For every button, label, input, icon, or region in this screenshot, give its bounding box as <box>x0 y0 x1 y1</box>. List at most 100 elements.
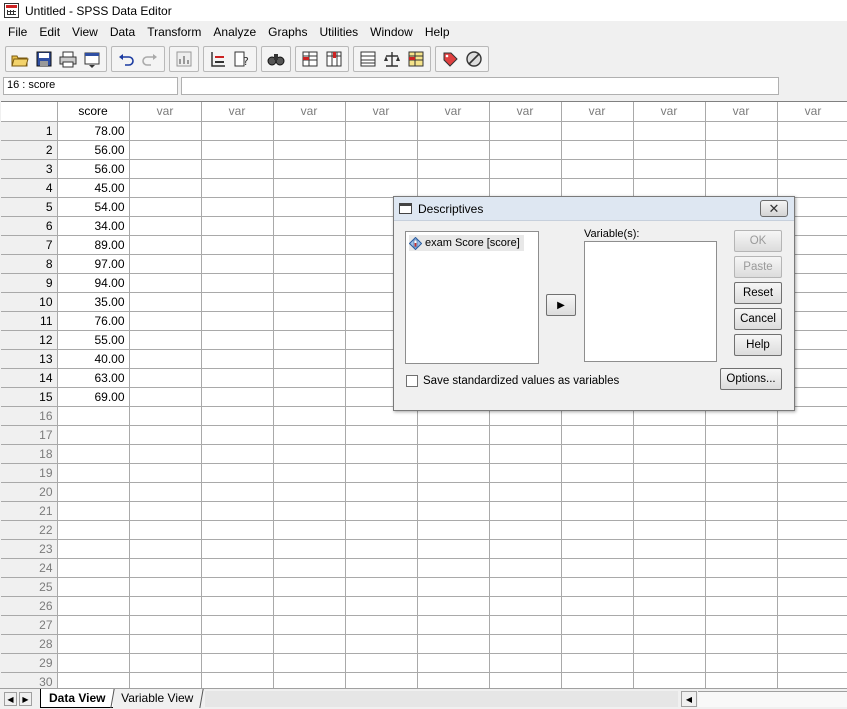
menu-utilities[interactable]: Utilities <box>313 25 364 39</box>
empty-cell[interactable] <box>705 596 778 616</box>
empty-cell[interactable] <box>201 672 274 688</box>
column-header-var[interactable]: var <box>777 102 847 122</box>
find-button[interactable] <box>265 48 287 70</box>
redo-button[interactable] <box>139 48 161 70</box>
empty-cell[interactable] <box>633 615 706 635</box>
score-cell[interactable]: 40.00 <box>57 349 130 369</box>
empty-cell[interactable] <box>201 121 274 141</box>
empty-cell[interactable] <box>561 520 634 540</box>
menu-view[interactable]: View <box>66 25 104 39</box>
empty-cell[interactable] <box>777 653 847 673</box>
row-header[interactable]: 22 <box>1 520 58 540</box>
empty-cell[interactable] <box>561 501 634 521</box>
empty-cell[interactable] <box>777 615 847 635</box>
empty-cell[interactable] <box>129 463 202 483</box>
row-header[interactable]: 4 <box>1 178 58 198</box>
empty-cell[interactable] <box>345 634 418 654</box>
empty-cell[interactable] <box>417 558 490 578</box>
empty-cell[interactable] <box>633 634 706 654</box>
hscroll-left-icon[interactable]: ◀ <box>681 691 697 707</box>
empty-cell[interactable] <box>777 672 847 688</box>
empty-cell[interactable] <box>633 520 706 540</box>
empty-cell[interactable] <box>273 197 346 217</box>
empty-cell[interactable] <box>129 349 202 369</box>
tab-variable-view[interactable]: Variable View <box>110 689 204 708</box>
empty-cell[interactable] <box>129 653 202 673</box>
empty-cell[interactable] <box>273 121 346 141</box>
column-header-var[interactable]: var <box>201 102 274 122</box>
row-header[interactable]: 9 <box>1 273 58 293</box>
horizontal-scrollbar[interactable] <box>698 691 847 707</box>
empty-cell[interactable] <box>561 444 634 464</box>
empty-cell[interactable] <box>129 292 202 312</box>
empty-cell[interactable] <box>489 653 562 673</box>
empty-cell[interactable] <box>273 235 346 255</box>
empty-cell[interactable] <box>345 520 418 540</box>
empty-cell[interactable] <box>201 197 274 217</box>
empty-cell[interactable] <box>345 121 418 141</box>
empty-cell[interactable] <box>201 615 274 635</box>
empty-cell[interactable] <box>273 140 346 160</box>
score-cell[interactable] <box>57 539 130 559</box>
row-header[interactable]: 30 <box>1 672 58 688</box>
empty-cell[interactable] <box>345 463 418 483</box>
menu-graphs[interactable]: Graphs <box>262 25 313 39</box>
empty-cell[interactable] <box>201 406 274 426</box>
menu-help[interactable]: Help <box>419 25 456 39</box>
empty-cell[interactable] <box>129 387 202 407</box>
empty-cell[interactable] <box>273 463 346 483</box>
row-header[interactable]: 27 <box>1 615 58 635</box>
empty-cell[interactable] <box>417 178 490 198</box>
column-header-var[interactable]: var <box>417 102 490 122</box>
empty-cell[interactable] <box>273 387 346 407</box>
empty-cell[interactable] <box>273 634 346 654</box>
empty-cell[interactable] <box>201 482 274 502</box>
empty-cell[interactable] <box>561 140 634 160</box>
empty-cell[interactable] <box>489 463 562 483</box>
source-variable-item[interactable]: exam Score [score] <box>409 235 524 251</box>
empty-cell[interactable] <box>129 330 202 350</box>
empty-cell[interactable] <box>345 425 418 445</box>
score-cell[interactable]: 56.00 <box>57 140 130 160</box>
empty-cell[interactable] <box>201 463 274 483</box>
empty-cell[interactable] <box>777 425 847 445</box>
empty-cell[interactable] <box>129 235 202 255</box>
empty-cell[interactable] <box>273 311 346 331</box>
empty-cell[interactable] <box>705 653 778 673</box>
empty-cell[interactable] <box>201 558 274 578</box>
score-cell[interactable] <box>57 501 130 521</box>
print-button[interactable] <box>57 48 79 70</box>
empty-cell[interactable] <box>201 596 274 616</box>
score-cell[interactable]: 34.00 <box>57 216 130 236</box>
insert-case-button[interactable] <box>299 48 321 70</box>
empty-cell[interactable] <box>489 520 562 540</box>
empty-cell[interactable] <box>201 330 274 350</box>
empty-cell[interactable] <box>489 615 562 635</box>
empty-cell[interactable] <box>633 501 706 521</box>
empty-cell[interactable] <box>417 482 490 502</box>
empty-cell[interactable] <box>561 425 634 445</box>
empty-cell[interactable] <box>489 596 562 616</box>
menu-window[interactable]: Window <box>364 25 419 39</box>
empty-cell[interactable] <box>489 444 562 464</box>
chart-button[interactable] <box>173 48 195 70</box>
empty-cell[interactable] <box>129 539 202 559</box>
cell-value-field[interactable] <box>181 77 779 95</box>
empty-cell[interactable] <box>561 159 634 179</box>
empty-cell[interactable] <box>345 178 418 198</box>
empty-cell[interactable] <box>129 596 202 616</box>
empty-cell[interactable] <box>201 444 274 464</box>
empty-cell[interactable] <box>201 634 274 654</box>
row-header[interactable]: 19 <box>1 463 58 483</box>
grid-corner[interactable] <box>1 102 58 122</box>
empty-cell[interactable] <box>129 159 202 179</box>
empty-cell[interactable] <box>273 615 346 635</box>
score-cell[interactable]: 78.00 <box>57 121 130 141</box>
empty-cell[interactable] <box>201 520 274 540</box>
empty-cell[interactable] <box>129 577 202 597</box>
empty-cell[interactable] <box>273 596 346 616</box>
empty-cell[interactable] <box>633 140 706 160</box>
empty-cell[interactable] <box>273 254 346 274</box>
column-header-var[interactable]: var <box>273 102 346 122</box>
score-cell[interactable] <box>57 577 130 597</box>
